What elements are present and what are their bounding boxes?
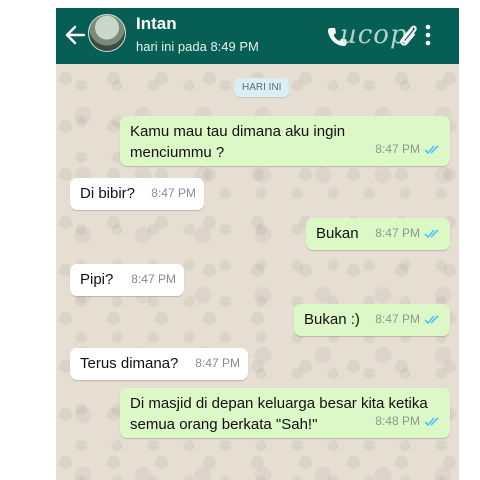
- paperclip-icon[interactable]: [396, 22, 420, 48]
- date-chip: HARI INI: [234, 78, 290, 97]
- message-time: 8:47 PM: [131, 272, 176, 286]
- message-bubble-outgoing[interactable]: Kamu mau tau dimana aku ingin menciummu …: [120, 116, 450, 166]
- message-meta: 8:47 PM: [375, 309, 442, 330]
- message-meta: 8:47 PM: [195, 353, 240, 374]
- message-meta: 8:47 PM: [131, 269, 176, 290]
- chat-header: Intan hari ini pada 8:49 PM ucop: [56, 8, 459, 64]
- contact-name[interactable]: Intan: [136, 14, 177, 34]
- back-arrow-icon[interactable]: [64, 22, 86, 48]
- read-ticks-icon: [424, 417, 439, 427]
- message-time: 8:47 PM: [375, 312, 420, 326]
- contact-avatar[interactable]: [88, 14, 126, 52]
- message-meta: 8:47 PM: [375, 139, 442, 160]
- last-seen-status: hari ini pada 8:49 PM: [136, 39, 259, 54]
- message-meta: 8:47 PM: [375, 223, 442, 244]
- more-vertical-icon[interactable]: [424, 24, 432, 46]
- message-bubble-outgoing[interactable]: Bukan :) 8:47 PM: [294, 304, 450, 336]
- message-list[interactable]: HARI INI Kamu mau tau dimana aku ingin m…: [56, 64, 459, 480]
- message-meta: 8:47 PM: [151, 183, 196, 204]
- message-time: 8:47 PM: [195, 356, 240, 370]
- message-meta: 8:48 PM: [375, 411, 442, 432]
- message-bubble-incoming[interactable]: Di bibir? 8:47 PM: [70, 178, 204, 210]
- message-time: 8:47 PM: [375, 226, 420, 240]
- message-time: 8:47 PM: [151, 186, 196, 200]
- read-ticks-icon: [424, 229, 439, 239]
- message-time: 8:48 PM: [375, 414, 420, 428]
- message-bubble-outgoing[interactable]: Bukan 8:47 PM: [306, 218, 450, 250]
- message-bubble-incoming[interactable]: Pipi? 8:47 PM: [70, 264, 184, 296]
- read-ticks-icon: [424, 145, 439, 155]
- message-time: 8:47 PM: [375, 142, 420, 156]
- message-bubble-incoming[interactable]: Terus dimana? 8:47 PM: [70, 348, 248, 380]
- chat-screen: Intan hari ini pada 8:49 PM ucop HARI IN…: [56, 8, 459, 480]
- read-ticks-icon: [424, 315, 439, 325]
- message-bubble-outgoing[interactable]: Di masjid di depan keluarga besar kita k…: [120, 388, 450, 438]
